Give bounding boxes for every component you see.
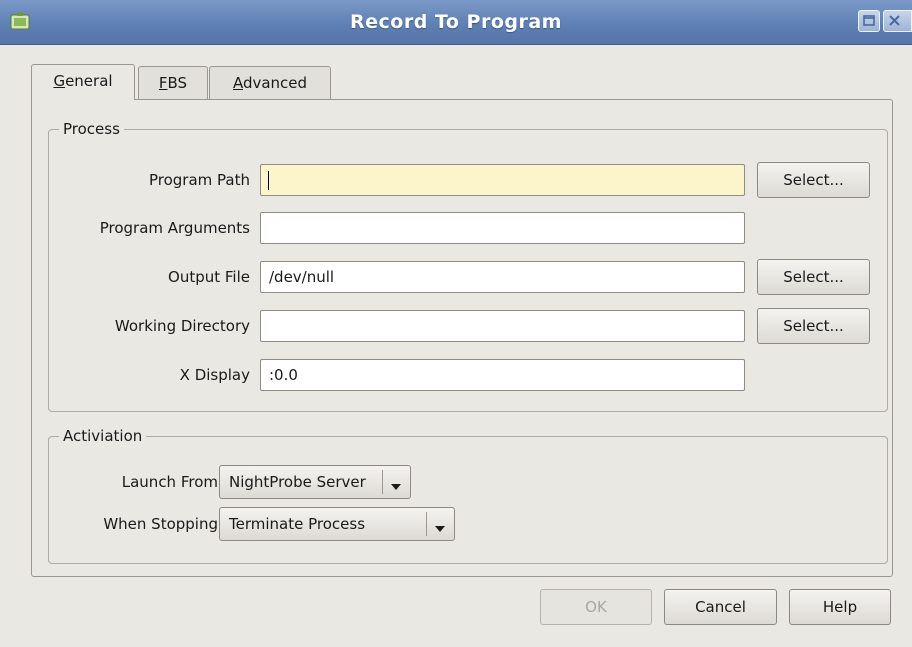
tab-advanced-mnemonic: A [232, 74, 243, 92]
launch-from-dropdown[interactable]: NightProbe Server [219, 465, 411, 499]
x-display-input[interactable]: :0.0 [260, 359, 745, 391]
dropdown-separator [382, 470, 383, 494]
tab-general[interactable]: General [31, 64, 135, 100]
activiation-group-title: Activiation [59, 426, 147, 446]
maximize-icon[interactable] [858, 10, 880, 32]
output-file-input[interactable]: /dev/null [260, 261, 745, 293]
output-file-label: Output File [168, 268, 250, 286]
cancel-button[interactable]: Cancel [664, 589, 777, 625]
when-stopping-dropdown[interactable]: Terminate Process [219, 507, 455, 541]
tab-fbs[interactable]: FBS [138, 66, 208, 100]
output-file-select-button[interactable]: Select... [757, 259, 870, 295]
help-button[interactable]: Help [789, 589, 891, 625]
tab-advanced-label: dvanced [242, 74, 308, 92]
launch-from-value: NightProbe Server [229, 473, 366, 491]
program-path-select-button[interactable]: Select... [757, 162, 870, 198]
launch-from-label: Launch From [121, 473, 218, 491]
chevron-down-icon [390, 478, 402, 496]
tab-general-label: eneral [65, 72, 113, 90]
when-stopping-label: When Stopping [103, 515, 218, 533]
tab-advanced[interactable]: Advanced [209, 66, 331, 100]
program-path-label: Program Path [148, 171, 250, 189]
working-directory-select-button[interactable]: Select... [757, 308, 870, 344]
dropdown-separator [426, 512, 427, 536]
working-directory-input[interactable] [260, 310, 745, 342]
program-arguments-input[interactable] [260, 212, 745, 244]
text-caret [268, 171, 269, 190]
chevron-down-icon [434, 520, 446, 538]
tab-fbs-label: BS [167, 74, 188, 92]
x-display-label: X Display [179, 366, 250, 384]
output-file-value: /dev/null [269, 268, 335, 286]
program-arguments-label: Program Arguments [99, 219, 250, 237]
tab-general-mnemonic: G [53, 72, 66, 90]
working-directory-label: Working Directory [114, 317, 250, 335]
ok-button[interactable]: OK [540, 589, 652, 625]
window-titlebar[interactable]: Record To Program [0, 0, 912, 45]
x-display-value: :0.0 [269, 366, 298, 384]
activiation-group: Activiation Launch From NightProbe Serve… [48, 426, 888, 564]
process-group: Process Program Path Select... Program A… [48, 119, 888, 412]
close-icon[interactable] [883, 10, 912, 32]
when-stopping-value: Terminate Process [229, 515, 366, 533]
process-group-title: Process [59, 119, 124, 139]
dialog-body: General FBS Advanced Process Program Pat… [0, 45, 912, 647]
tab-fbs-mnemonic: F [158, 74, 168, 92]
tab-panel-general: Process Program Path Select... Program A… [31, 99, 893, 577]
program-path-input[interactable] [260, 164, 745, 196]
window-title: Record To Program [350, 11, 562, 33]
